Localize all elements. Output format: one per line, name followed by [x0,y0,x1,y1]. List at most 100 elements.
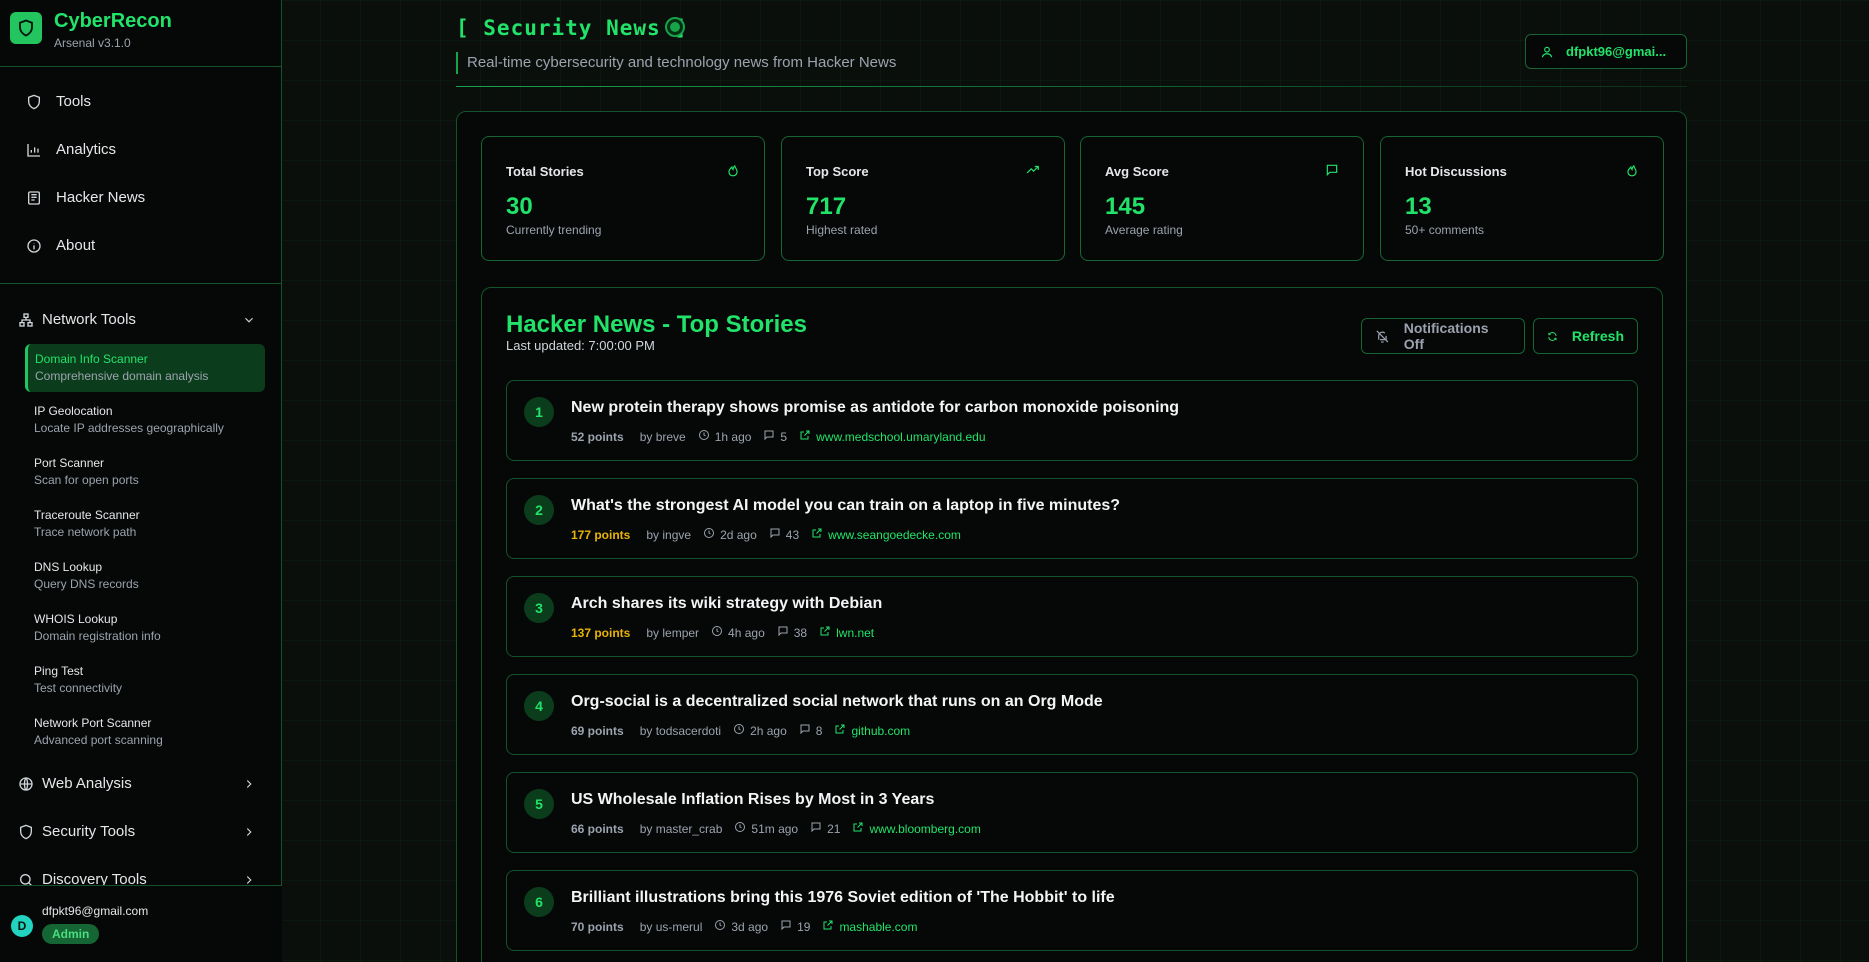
tool-dns-lookup[interactable]: DNS Lookup Query DNS records [25,552,265,600]
story-comments-count: 38 [793,625,808,640]
story-rank: 5 [524,789,554,819]
story-comments-link[interactable]: 19 [780,919,810,934]
tool-name: Domain Info Scanner [35,352,148,366]
story-title-link[interactable]: Arch shares its wiki strategy with Debia… [571,595,882,613]
message-icon [1325,163,1339,182]
stat-card-avg-score: Avg Score 145 Average rating [1080,136,1364,261]
story-time: 2d ago [703,527,757,542]
nav-analytics[interactable]: Analytics [26,141,116,158]
user-menu-button[interactable]: dfpkt96@gmai... [1525,34,1687,69]
comment-icon [763,429,780,444]
comment-icon [777,625,794,640]
group-security-tools[interactable]: Security Tools [18,823,256,840]
group-web-analysis[interactable]: Web Analysis [18,775,256,792]
story-title-link[interactable]: US Wholesale Inflation Rises by Most in … [571,791,934,809]
story-comments-link[interactable]: 8 [799,723,823,738]
external-link-icon [852,821,869,836]
header-divider [456,86,1687,87]
nav-about[interactable]: About [26,237,95,254]
nav-label: Hacker News [56,189,146,206]
nav-tools[interactable]: Tools [26,93,91,110]
story-time: 2h ago [733,723,787,738]
clock-icon [711,625,728,640]
chevron-right-icon [242,825,256,839]
tool-ping-test[interactable]: Ping Test Test connectivity [25,656,265,704]
tool-name: WHOIS Lookup [34,612,118,626]
stat-value: 145 [1105,193,1146,220]
story-item[interactable]: 4 Org-social is a decentralized social ne… [506,674,1638,755]
story-title-link[interactable]: Org-social is a decentralized social net… [571,693,1103,711]
story-item[interactable]: 5 US Wholesale Inflation Rises by Most in… [506,772,1638,853]
page-title: [ Security News ] [456,16,688,40]
notifications-toggle-button[interactable]: Notifications Off [1361,318,1525,354]
story-author: by lemper [646,625,700,640]
brand[interactable]: CyberRecon Arsenal v3.1.0 [10,10,172,50]
story-item[interactable]: 1 New protein therapy shows promise as an… [506,380,1638,461]
external-link-icon [811,527,828,542]
story-title-link[interactable]: New protein therapy shows promise as ant… [571,399,1179,417]
story-comments-count: 5 [780,429,788,444]
story-item[interactable]: 2 What's the strongest AI model you can t… [506,478,1638,559]
story-time: 1h ago [698,429,752,444]
story-title-link[interactable]: What's the strongest AI model you can tr… [571,497,1120,515]
tool-desc: Trace network path [34,525,137,539]
story-time-text: 1h ago [714,429,752,444]
stat-card-total-stories: Total Stories 30 Currently trending [481,136,765,261]
nav-label: Tools [56,93,92,110]
story-time-text: 51m ago [751,821,799,836]
story-rank: 6 [524,887,554,917]
story-rank: 2 [524,495,554,525]
story-time: 4h ago [711,625,765,640]
tool-desc: Locate IP addresses geographically [34,421,224,435]
tool-port-scanner[interactable]: Port Scanner Scan for open ports [25,448,265,496]
live-indicator [665,17,685,37]
stat-card-top-score: Top Score 717 Highest rated [781,136,1065,261]
story-comments-link[interactable]: 5 [763,429,787,444]
story-title-link[interactable]: Brilliant illustrations bring this 1976 … [571,889,1115,907]
nav-label: Analytics [56,141,117,158]
clock-icon [734,821,751,836]
role-badge: Admin [42,924,100,944]
external-link-icon [819,625,836,640]
group-label: Web Analysis [42,775,132,792]
tool-whois-lookup[interactable]: WHOIS Lookup Domain registration info [25,604,265,652]
group-network-tools[interactable]: Network Tools [18,311,256,328]
story-rank: 4 [524,691,554,721]
story-domain-link[interactable]: www.medschool.umaryland.edu [799,429,986,444]
story-domain-link[interactable]: lwn.net [819,625,874,640]
brand-title: CyberRecon [54,10,172,32]
story-comments-link[interactable]: 38 [777,625,807,640]
tool-traceroute-scanner[interactable]: Traceroute Scanner Trace network path [25,500,265,548]
story-meta: 137 points by lemper 4h ago 38 lwn.net [571,625,886,640]
story-comments-link[interactable]: 43 [769,527,799,542]
story-item[interactable]: 6 Brilliant illustrations bring this 1976… [506,870,1638,951]
comment-icon [769,527,786,542]
story-domain-link[interactable]: www.seangoedecke.com [811,527,961,542]
tool-desc: Domain registration info [34,629,161,643]
story-comments-count: 19 [797,919,811,934]
user-icon [1541,46,1553,57]
external-link-icon [822,919,839,934]
chevron-right-icon [242,777,256,791]
external-link-icon [799,429,816,444]
stat-note: Average rating [1105,223,1183,237]
trending-up-icon [1026,163,1040,182]
story-domain-link[interactable]: www.bloomberg.com [852,821,981,836]
story-domain-link[interactable]: github.com [834,723,910,738]
avatar[interactable]: D [11,915,33,937]
external-link-icon [834,723,851,738]
refresh-icon [1548,331,1557,341]
tool-name: Traceroute Scanner [34,508,140,522]
story-comments-link[interactable]: 21 [810,821,840,836]
tool-domain-info-scanner[interactable]: Domain Info Scanner Comprehensive domain… [25,344,265,392]
tool-network-port-scanner[interactable]: Network Port Scanner Advanced port scann… [25,708,265,756]
nav-hacker-news[interactable]: Hacker News [26,189,145,206]
story-comments-count: 8 [815,723,823,738]
group-label: Security Tools [42,823,136,840]
refresh-button[interactable]: Refresh [1533,318,1638,354]
story-item[interactable]: 3 Arch shares its wiki strategy with Debi… [506,576,1638,657]
tool-ip-geolocation[interactable]: IP Geolocation Locate IP addresses geogr… [25,396,265,444]
story-domain-link[interactable]: mashable.com [822,919,917,934]
story-time: 3d ago [714,919,768,934]
comment-icon [780,919,797,934]
